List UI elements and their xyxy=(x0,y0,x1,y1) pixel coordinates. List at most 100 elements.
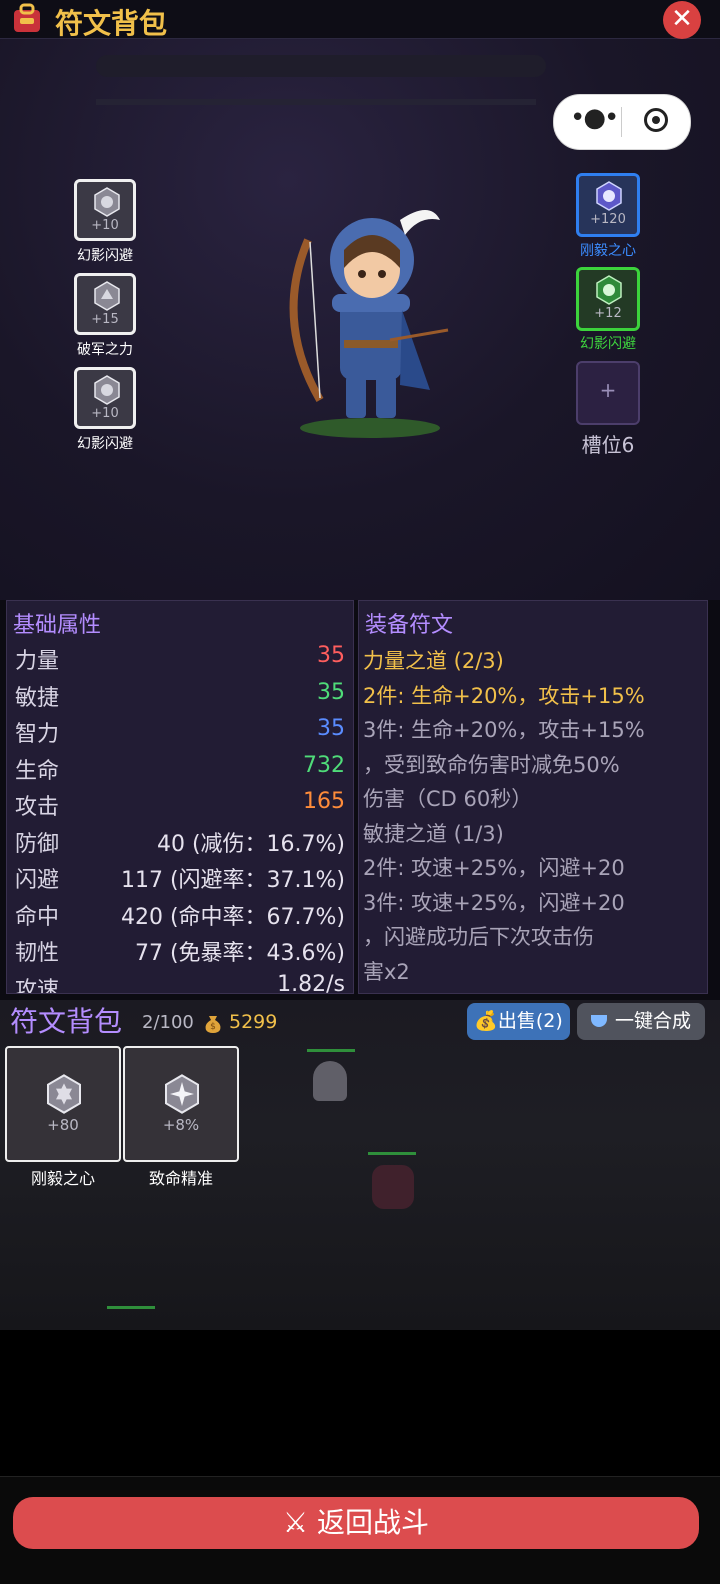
rune-name-label: 破军之力 xyxy=(77,342,133,358)
stat-name: 敏捷 xyxy=(15,685,60,711)
stat-value: 1.82/s xyxy=(277,971,345,994)
rune-sets-panel: 装备符文 力量之道 (2/3) 2件: 生命+20%，攻击+15% 3件: 生命+… xyxy=(358,600,708,994)
rune-name-label: 幻影闪避 xyxy=(580,336,636,352)
stat-name: 闪避 xyxy=(15,868,60,893)
capsule-divider xyxy=(621,107,622,137)
empty-rune-slot-6[interactable]: + xyxy=(576,361,640,425)
stat-value: 420 (命中率：67.7%) xyxy=(120,904,345,930)
add-rune-plus-icon: + xyxy=(599,378,617,402)
rune-set-line: 敏捷之道 (1/3) xyxy=(363,821,504,846)
return-to-battle-button[interactable]: ⚔ 返回战斗 xyxy=(13,1497,699,1549)
inventory-rune-item[interactable]: +80 xyxy=(5,1046,121,1162)
rune-set-line: 害x2 xyxy=(363,959,410,984)
stat-row: 防御 40 (减伤：16.7%) xyxy=(15,826,345,862)
inventory-title: 符文背包 xyxy=(10,1005,123,1038)
stat-name: 命中 xyxy=(15,904,60,930)
enemy-sprite xyxy=(372,1165,414,1209)
stat-name: 攻速 xyxy=(15,977,60,994)
enemy-hp-bar xyxy=(368,1152,416,1155)
slot-6-label: 槽位6 xyxy=(581,433,635,457)
stat-row: 敏捷 35 xyxy=(15,680,345,716)
stat-name: 防御 xyxy=(15,831,60,857)
inventory-capacity: 2/100 xyxy=(142,1012,194,1033)
gold-amount: 5299 xyxy=(229,1011,278,1033)
base-stats-title: 基础属性 xyxy=(13,613,102,638)
equipped-rune-slot-5[interactable]: +12 xyxy=(576,267,640,331)
miniprogram-capsule: •●• xyxy=(553,94,691,150)
rune-set-line: ，受到致命伤害时减免50% xyxy=(363,752,620,777)
stat-row: 智力 35 xyxy=(15,716,345,752)
stat-row: 命中 420 (命中率：67.7%) xyxy=(15,899,345,935)
rune-bonus: +120 xyxy=(590,212,626,227)
inventory-rune-item[interactable]: +8% xyxy=(123,1046,239,1162)
rune-sets-title: 装备符文 xyxy=(365,613,454,638)
rune-crystal-icon xyxy=(596,181,622,211)
rune-bonus: +10 xyxy=(91,406,119,421)
stat-value: 40 (减伤：16.7%) xyxy=(156,831,345,857)
stat-value: 35 xyxy=(317,716,345,741)
rune-crystal-icon xyxy=(47,1074,81,1114)
sell-button[interactable]: 💰出售(2) xyxy=(467,1003,570,1040)
svg-text:$: $ xyxy=(210,1022,216,1032)
auto-merge-button[interactable]: 一键合成 xyxy=(577,1003,705,1040)
exit-target-icon[interactable] xyxy=(644,108,668,132)
background-progress-bar-2 xyxy=(96,99,536,105)
stat-value: 732 xyxy=(303,752,345,778)
stat-row: 韧性 77 (免暴率：43.6%) xyxy=(15,935,345,971)
rune-crystal-icon xyxy=(596,275,622,305)
rune-name-label: 幻影闪避 xyxy=(77,248,133,264)
stat-row: 攻速 1.82/s xyxy=(15,971,345,994)
rune-name-label: 刚毅之心 xyxy=(580,243,636,259)
inventory-rune-name: 致命精准 xyxy=(148,1169,213,1188)
equipped-rune-slot-4[interactable]: +120 xyxy=(576,173,640,237)
base-stats-panel: 基础属性 力量 35 敏捷 35 智力 35 生命 732 攻击 165 防御 40 (减伤：16.7… xyxy=(6,600,354,994)
rune-set-line: 2件: 攻速+25%，闪避+20 xyxy=(363,856,625,880)
equipped-rune-slot-2[interactable]: +15 xyxy=(74,273,136,335)
money-bag-icon: $ xyxy=(205,1016,221,1033)
stat-value: 165 xyxy=(303,789,345,814)
rune-crystal-icon xyxy=(94,281,120,311)
stat-row: 力量 35 xyxy=(15,643,345,679)
rune-name-label: 幻影闪避 xyxy=(77,436,133,452)
rune-set-line: 2件: 生命+20%，攻击+15% xyxy=(363,683,645,708)
stat-name: 力量 xyxy=(15,649,60,674)
rune-set-line: 力量之道 (2/3) xyxy=(363,649,504,673)
rune-bonus: +15 xyxy=(91,312,119,327)
stat-value: 35 xyxy=(317,643,345,668)
rune-crystal-icon xyxy=(94,187,120,217)
stat-value: 35 xyxy=(317,679,345,705)
rune-bonus: +10 xyxy=(91,218,119,233)
enemy-hp-bar xyxy=(107,1306,155,1309)
rune-bonus: +80 xyxy=(47,1116,79,1134)
stat-row: 攻击 165 xyxy=(15,789,345,825)
stat-name: 韧性 xyxy=(15,941,60,966)
stat-value: 117 (闪避率：37.1%) xyxy=(120,868,345,893)
crossed-swords-icon: ⚔ xyxy=(282,1506,309,1539)
rune-set-line: ，闪避成功后下次攻击伤 xyxy=(363,925,594,949)
equipped-rune-slot-1[interactable]: +10 xyxy=(74,179,136,241)
backpack-icon xyxy=(14,3,40,32)
rune-set-line: 伤害（CD 60秒） xyxy=(363,787,533,811)
hero-archer-sprite xyxy=(289,210,449,438)
return-to-battle-label: 返回战斗 xyxy=(317,1506,430,1539)
sell-button-label: 出售(2) xyxy=(497,1010,563,1032)
rune-bonus: +8% xyxy=(162,1116,200,1134)
inventory-rune-name: 刚毅之心 xyxy=(30,1169,95,1188)
stat-name: 智力 xyxy=(15,722,60,747)
more-menu-icon[interactable]: •●• xyxy=(570,103,619,133)
stat-row: 闪避 117 (闪避率：37.1%) xyxy=(15,862,345,898)
rune-set-line: 3件: 生命+20%，攻击+15% xyxy=(363,718,645,742)
page-title: 符文背包 xyxy=(55,7,168,40)
stat-name: 生命 xyxy=(15,758,60,784)
rune-crystal-icon xyxy=(165,1074,199,1114)
equipped-rune-slot-3[interactable]: +10 xyxy=(74,367,136,429)
background-progress-bar xyxy=(96,55,546,77)
merge-button-label: 一键合成 xyxy=(614,1010,691,1032)
stat-row: 生命 732 xyxy=(15,753,345,789)
stat-value: 77 (免暴率：43.6%) xyxy=(134,941,345,966)
rune-crystal-icon xyxy=(94,375,120,405)
close-button[interactable]: ✕ xyxy=(663,1,701,39)
potion-icon xyxy=(590,1015,607,1027)
ghost-enemy-sprite xyxy=(313,1061,347,1101)
money-bag-icon: 💰 xyxy=(474,1010,498,1032)
